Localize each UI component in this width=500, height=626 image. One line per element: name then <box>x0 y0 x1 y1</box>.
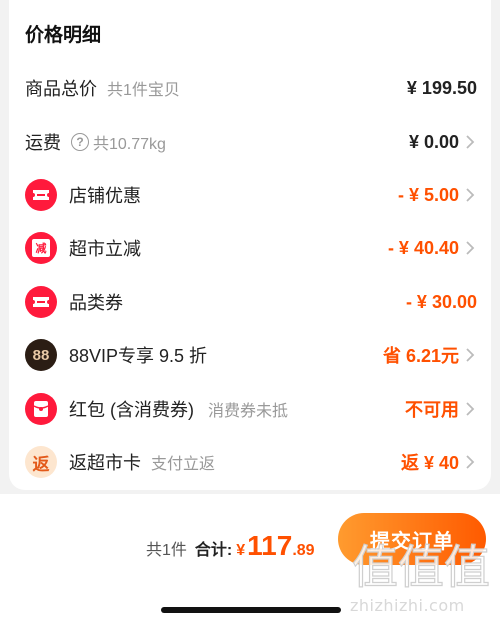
page-title: 价格明细 <box>25 25 102 46</box>
chevron-right-icon <box>466 188 475 202</box>
vip-glyph: 88 <box>32 346 50 364</box>
row-sub: 支付立返 <box>151 456 216 473</box>
row-value: - ¥ 40.40 <box>387 237 459 258</box>
row-label: 商品总价 <box>25 79 97 99</box>
row-red-envelope[interactable]: 红包 (含消费券) 消费券未抵 不可用 <box>9 389 491 429</box>
row-88vip[interactable]: 88 88VIP专享 9.5 折 省 6.21元 <box>9 335 491 375</box>
row-value: 不可用 <box>405 400 459 420</box>
row-label: 红包 (含消费券) <box>69 400 194 420</box>
row-goods-total: 商品总价 共1件宝贝 ¥ 199.50 <box>9 68 491 108</box>
total-currency: ¥ <box>236 542 246 559</box>
row-shop-discount[interactable]: 店铺优惠 - ¥ 5.00 <box>9 175 491 215</box>
question-icon[interactable]: ? <box>71 133 89 151</box>
total-label: 合计: <box>194 542 233 559</box>
row-value: ¥ 199.50 <box>406 77 477 98</box>
row-rebate-card[interactable]: 返 返超市卡 支付立返 返 ¥ 40 <box>9 442 491 482</box>
row-label: 店铺优惠 <box>69 186 141 206</box>
row-label: 返超市卡 <box>69 453 141 473</box>
watermark-text: zhizhizhi.com <box>350 596 465 615</box>
reduce-glyph: 减 <box>32 239 50 257</box>
row-label: 运费 <box>25 133 61 153</box>
row-label: 品类券 <box>69 293 123 313</box>
chevron-right-icon <box>466 455 475 469</box>
row-supermarket-reduce[interactable]: 减 超市立减 - ¥ 40.40 <box>9 228 491 268</box>
reduce-icon: 减 <box>25 232 57 264</box>
ticket-icon <box>25 286 57 318</box>
row-label: 超市立减 <box>69 239 141 259</box>
total-decimal: .89 <box>292 542 315 559</box>
row-category-coupon: 品类券 - ¥ 30.00 <box>9 282 491 322</box>
row-value: ¥ 0.00 <box>408 131 459 152</box>
rebate-icon: 返 <box>25 446 57 478</box>
row-sub: 共10.77kg <box>93 136 166 153</box>
row-sub: 共1件宝贝 <box>107 82 180 99</box>
red-envelope-icon <box>25 393 57 425</box>
ticket-icon <box>25 179 57 211</box>
row-label: 88VIP专享 9.5 折 <box>69 346 208 366</box>
price-detail-card: 价格明细 商品总价 共1件宝贝 ¥ 199.50 运费 ? 共10.77kg ¥… <box>9 0 491 490</box>
row-value: 省 6.21元 <box>382 346 459 366</box>
home-indicator[interactable] <box>161 607 341 613</box>
row-value: - ¥ 30.00 <box>405 291 477 312</box>
order-total: 共1件 合计: ¥ 117 .89 <box>146 530 315 562</box>
watermark-logo: 值值值 <box>351 539 490 591</box>
rebate-glyph: 返 <box>32 454 50 474</box>
chevron-right-icon <box>466 402 475 416</box>
total-integer: 117 <box>247 530 293 561</box>
row-value: 返 ¥ 40 <box>400 453 459 473</box>
item-count: 共1件 <box>146 542 187 559</box>
watermark-logo-glyphs: 值值值 <box>352 540 490 591</box>
chevron-right-icon <box>466 348 475 362</box>
vip88-icon: 88 <box>25 339 57 371</box>
chevron-right-icon <box>466 135 475 149</box>
row-shipping[interactable]: 运费 ? 共10.77kg ¥ 0.00 <box>9 122 491 162</box>
chevron-right-icon <box>466 241 475 255</box>
row-sub: 消费券未抵 <box>208 403 289 420</box>
row-value: - ¥ 5.00 <box>397 184 459 205</box>
